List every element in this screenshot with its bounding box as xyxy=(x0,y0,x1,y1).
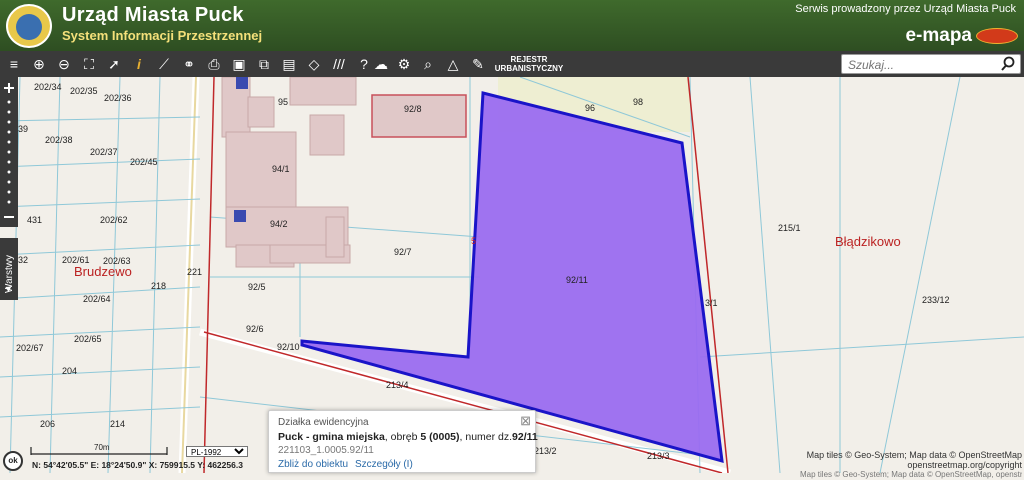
app-title: Urząd Miasta Puck xyxy=(62,4,244,26)
layers-panel-tab[interactable]: Warstwy ▼ xyxy=(0,238,18,300)
service-note: Serwis prowadzony przez Urząd Miasta Puc… xyxy=(795,3,1016,15)
expand-arrow-icon: ▼ xyxy=(4,284,13,294)
parcel-label: 202/36 xyxy=(104,93,132,103)
parcel-label: 221 xyxy=(187,267,203,277)
popup-desc-sep2: , numer dz. xyxy=(459,431,513,443)
zoom-search-icon[interactable]: ⌕ xyxy=(418,54,438,74)
window-icon[interactable]: ▣ xyxy=(229,54,249,74)
popup-obreb: 5 (0005) xyxy=(420,431,460,443)
crs-select[interactable]: PL-1992 xyxy=(186,446,248,457)
parcel-label: 39 xyxy=(18,124,29,134)
rejestr-label-2: URBANISTYCZNY xyxy=(494,64,564,73)
popup-title: Działka ewidencyjna xyxy=(278,417,369,428)
scale-label: 70m xyxy=(94,443,110,452)
zoom-extent-icon[interactable]: ⛶ xyxy=(79,54,99,74)
popup-parcel-number: 92/11 xyxy=(512,431,538,443)
print-icon[interactable]: ⎙ xyxy=(204,54,224,74)
cloud-upload-icon[interactable]: ☁ xyxy=(371,54,391,74)
rejestr-urbanistyczny-button[interactable]: REJESTR URBANISTYCZNY xyxy=(494,55,564,73)
measure-distance-icon[interactable]: ⟋ xyxy=(154,54,174,74)
popup-municipality: Puck - gmina miejska xyxy=(278,431,385,443)
parcel-label: 94/2 xyxy=(270,219,288,229)
parcel-label: 202/64 xyxy=(83,294,111,304)
layout-icon[interactable]: ▤ xyxy=(279,54,299,74)
parcel-label: 92/5 xyxy=(248,282,266,292)
zoom-slider[interactable] xyxy=(0,77,18,227)
parcel-label: 202/34 xyxy=(34,82,62,92)
details-link[interactable]: Szczegóły (I) xyxy=(355,459,413,470)
parcel-label: 215/1 xyxy=(778,223,801,233)
parcel-label: 92/7 xyxy=(394,247,412,257)
city-crest-logo[interactable] xyxy=(6,4,52,48)
parcel-label: 202/38 xyxy=(45,135,73,145)
parcel-label: 204 xyxy=(62,366,78,376)
attribution-line-1: Map tiles © Geo-System; Map data © OpenS… xyxy=(806,450,1022,460)
parcel-label: 92/10 xyxy=(277,342,300,352)
parcel-label: 431 xyxy=(27,215,43,225)
search-box xyxy=(841,54,1021,74)
popup-identifier: 221103_1.0005.92/11 xyxy=(278,445,374,456)
parcel-label: 202/35 xyxy=(70,86,98,96)
attribution-line-3: Map tiles © Geo-System; Map data © OpenS… xyxy=(800,470,1022,479)
parcel-label: 94/1 xyxy=(272,164,290,174)
parcel-label: 92/6 xyxy=(246,324,264,334)
zoom-slider-graphic xyxy=(4,83,14,218)
search-icon[interactable] xyxy=(1000,56,1016,72)
parcel-label: 202/62 xyxy=(100,215,128,225)
popup-description: Puck - gmina miejska, obręb 5 (0005), nu… xyxy=(278,431,538,443)
parcel-label: 202/67 xyxy=(16,343,44,353)
parcel-label: 95 xyxy=(278,97,289,107)
close-icon[interactable]: ⊠ xyxy=(520,414,531,427)
search-input[interactable] xyxy=(848,57,998,73)
app-subtitle: System Informacji Przestrzennej xyxy=(62,28,263,43)
parcel-label: 213/4 xyxy=(386,380,409,390)
geosystem-logo[interactable] xyxy=(976,28,1018,44)
pointer-icon[interactable]: ➚ xyxy=(104,54,124,74)
popup-desc-sep1: , obręb xyxy=(384,431,421,443)
shape-icon[interactable]: ◇ xyxy=(304,54,324,74)
map-attribution: Map tiles © Geo-System; Map data © OpenS… xyxy=(800,450,1022,480)
parcel-label: 92/8 xyxy=(404,104,422,114)
feature-info-popup: Działka ewidencyjna Puck - gmina miejska… xyxy=(268,410,538,473)
place-name-brudzewo: Brudzewo xyxy=(74,264,132,279)
parcel-label: 214 xyxy=(110,419,126,429)
parcel-label: 92/11 xyxy=(566,275,588,285)
zoom-to-object-link[interactable]: Zbliż do obiektu xyxy=(278,459,348,470)
attribution-line-2[interactable]: openstreetmap.org/copyright xyxy=(800,460,1022,470)
layers-icon[interactable]: ≡ xyxy=(4,54,24,74)
compare-icon[interactable]: ⧉ xyxy=(254,54,274,74)
parcel-label: 218 xyxy=(151,281,167,291)
cursor-coordinates: N: 54°42'05.5" E: 18°24'50.9" X: 759915.… xyxy=(32,460,243,470)
crest-shield-icon xyxy=(16,14,42,40)
parcel-label: 206 xyxy=(40,419,56,429)
parcel-label: 202/65 xyxy=(74,334,102,344)
parcel-label: 233/12 xyxy=(922,295,950,305)
parcel-label: 202/37 xyxy=(90,147,118,157)
parcel-label: 213/3 xyxy=(647,451,670,461)
info-icon[interactable]: i xyxy=(129,54,149,74)
zoom-out-icon[interactable]: ⊖ xyxy=(54,54,74,74)
settings-icon[interactable]: ⚙ xyxy=(394,54,414,74)
parcel-label: 213/2 xyxy=(534,446,557,456)
triangle-icon[interactable]: △ xyxy=(443,54,463,74)
rejestr-label-1: REJESTR xyxy=(510,55,548,64)
parcel-label: 98 xyxy=(633,97,644,107)
parcel-label: 3/1 xyxy=(705,298,718,308)
parcel-label: 202/45 xyxy=(130,157,158,167)
parcel-label: 32 xyxy=(18,255,29,265)
parcel-label: 5 xyxy=(471,236,477,246)
parallel-lines-icon[interactable]: /// xyxy=(329,54,349,74)
pin-comment-icon[interactable]: ✎ xyxy=(468,54,488,74)
app-header: Urząd Miasta Puck System Informacji Prze… xyxy=(0,0,1024,51)
link-icon[interactable]: ⚭ xyxy=(179,54,199,74)
parcel-label: 96 xyxy=(585,103,596,113)
place-name-bladzikowo: Błądzikowo xyxy=(835,234,901,249)
emapa-brand[interactable]: e-mapa xyxy=(905,25,972,47)
ok-button[interactable]: ok xyxy=(3,451,23,471)
zoom-in-icon[interactable]: ⊕ xyxy=(29,54,49,74)
